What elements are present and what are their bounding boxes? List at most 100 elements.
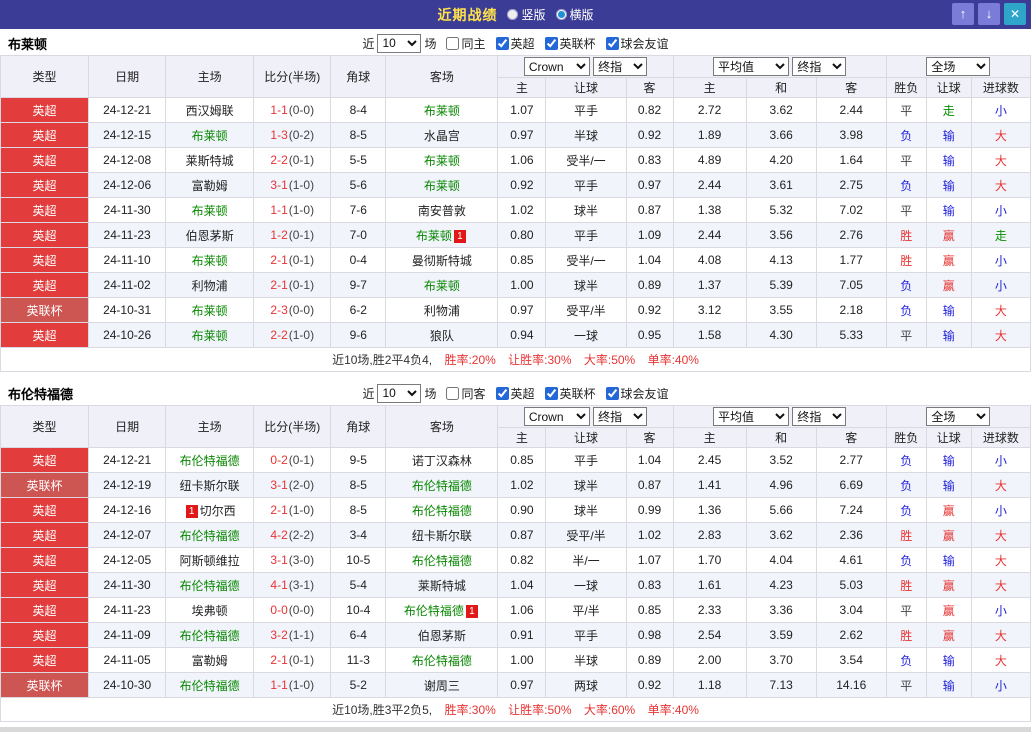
bookmaker-select[interactable]: Crown	[523, 57, 590, 76]
league-cup-checkbox[interactable]	[544, 36, 558, 50]
avg-home-cell: 1.89	[672, 122, 747, 148]
fulltime-score: 3-1	[270, 178, 288, 192]
handicap-cell: 受平/半	[545, 522, 627, 548]
away-team-cell: 纽卡斯尔联	[385, 522, 499, 548]
layout-vertical-option[interactable]: 竖版	[507, 6, 546, 23]
handicap-result-cell: 输	[925, 447, 972, 473]
avg-home-cell: 2.45	[672, 447, 747, 473]
team-name-text: 西汉姆联	[185, 103, 234, 118]
league-epl-checkbox[interactable]	[495, 386, 509, 400]
match-date-cell: 24-12-16	[88, 497, 167, 523]
league-epl-checkbox-label[interactable]: 英超	[495, 35, 535, 52]
same-venue-checkbox-label[interactable]: 同主	[446, 35, 486, 52]
home-team-cell: 利物浦	[165, 272, 255, 298]
league-badge-cell: 英联杯	[0, 672, 90, 698]
scope-select[interactable]: 全场	[926, 57, 991, 76]
final-index-select[interactable]: 终指	[593, 57, 648, 76]
radio-unselected-icon	[507, 9, 519, 20]
win-rate-stat: 胜率:30%	[444, 703, 496, 717]
fulltime-score: 2-1	[270, 278, 288, 292]
col-header-score: 比分(半场)	[253, 405, 332, 448]
league-friendly-checkbox-label[interactable]: 球会友谊	[605, 385, 669, 402]
goals-result-cell: 大	[970, 622, 1031, 648]
match-count-select[interactable]: 10	[377, 383, 422, 403]
layout-horizontal-option[interactable]: 横版	[555, 6, 594, 23]
avg-draw-cell: 3.66	[745, 122, 817, 148]
move-down-button[interactable]: ↓	[978, 3, 1000, 25]
bookmaker-select[interactable]: Crown	[523, 407, 590, 426]
match-row: 英超 24-11-05 富勒姆 2-1(0-1) 11-3 布伦特福德 1.00 半球 0.89…	[0, 647, 1031, 673]
match-count-select[interactable]: 10	[377, 33, 422, 53]
col-header-result-goals: 进球数	[970, 427, 1031, 448]
col-header-odds-home: 主	[497, 77, 547, 98]
halftime-score: (0-1)	[288, 653, 315, 667]
scope-select[interactable]: 全场	[926, 407, 991, 426]
move-up-button[interactable]: ↑	[952, 3, 974, 25]
avg-away-cell: 7.24	[815, 497, 887, 523]
home-odds-cell: 1.00	[497, 272, 547, 298]
average-select[interactable]: 平均值	[713, 407, 789, 426]
away-odds-cell: 0.82	[625, 97, 674, 123]
league-epl-checkbox[interactable]	[495, 36, 509, 50]
same-venue-checkbox[interactable]	[446, 386, 460, 400]
away-odds-cell: 0.98	[625, 622, 674, 648]
league-cup-checkbox[interactable]	[544, 386, 558, 400]
league-cup-checkbox-label[interactable]: 英联杯	[544, 385, 596, 402]
handicap-result-cell: 赢	[925, 222, 972, 248]
league-epl-checkbox-label[interactable]: 英超	[495, 385, 535, 402]
goals-result-cell: 小	[970, 197, 1031, 223]
avg-away-cell: 2.36	[815, 522, 887, 548]
halftime-score: (0-1)	[288, 228, 315, 242]
fulltime-score: 1-2	[270, 228, 288, 242]
league-friendly-checkbox-label[interactable]: 球会友谊	[605, 35, 669, 52]
halftime-score: (0-1)	[288, 278, 315, 292]
handicap-cell: 受半/一	[545, 247, 627, 273]
handicap-result-cell: 输	[925, 322, 972, 348]
league-badge-cell: 英超	[0, 547, 90, 573]
team-name-text: 纽卡斯尔联	[411, 528, 472, 543]
league-cup-checkbox-label[interactable]: 英联杯	[544, 35, 596, 52]
score-cell: 1-2(0-1)	[253, 222, 332, 248]
corner-cell: 9-6	[330, 322, 387, 348]
close-button[interactable]: ✕	[1004, 3, 1026, 25]
wdl-result-cell: 负	[885, 472, 927, 498]
average-select[interactable]: 平均值	[713, 57, 789, 76]
match-date-cell: 24-12-19	[88, 472, 167, 498]
team-name: 布莱顿	[8, 36, 48, 52]
same-venue-checkbox-label[interactable]: 同客	[446, 385, 486, 402]
league-friendly-checkbox[interactable]	[605, 386, 619, 400]
goals-result-cell: 大	[970, 572, 1031, 598]
league-friendly-checkbox[interactable]	[605, 36, 619, 50]
same-venue-checkbox[interactable]	[446, 36, 460, 50]
handicap-result-cell: 输	[925, 297, 972, 323]
home-team-cell: 伯恩茅斯	[165, 222, 255, 248]
over-rate-stat: 大率:50%	[583, 353, 636, 367]
away-odds-cell: 1.04	[625, 447, 674, 473]
team-name-text: 伯恩茅斯	[185, 228, 234, 243]
wdl-result-cell: 胜	[885, 622, 927, 648]
match-date-cell: 24-11-05	[88, 647, 167, 673]
team-name-text: 纽卡斯尔联	[179, 478, 240, 493]
fulltime-score: 2-1	[270, 253, 288, 267]
final-index-select[interactable]: 终指	[593, 407, 648, 426]
final-index-select-2[interactable]: 终指	[792, 57, 847, 76]
final-index-select-2[interactable]: 终指	[792, 407, 847, 426]
match-date-cell: 24-11-30	[88, 197, 167, 223]
handicap-result-cell: 走	[925, 97, 972, 123]
home-team-cell: 布伦特福德	[165, 622, 255, 648]
goals-result-cell: 走	[970, 222, 1031, 248]
col-header-odds-away: 客	[625, 77, 674, 98]
handicap-result-cell: 输	[925, 672, 972, 698]
avg-home-cell: 1.38	[672, 197, 747, 223]
halftime-score: (0-0)	[288, 603, 315, 617]
average-odds-header: 平均值 终指	[672, 55, 887, 78]
match-date-cell: 24-12-06	[88, 172, 167, 198]
handicap-cell: 受半/一	[545, 147, 627, 173]
col-header-result-handicap: 让球	[925, 427, 972, 448]
filter-row: 布伦特福德 近 10 场 同客 英超 英联杯 球会友谊	[0, 381, 1031, 405]
col-header-avg-draw: 和	[745, 77, 817, 98]
avg-away-cell: 5.33	[815, 322, 887, 348]
away-odds-cell: 1.02	[625, 522, 674, 548]
team-name-text: 布莱顿	[191, 303, 228, 318]
home-odds-cell: 0.97	[497, 297, 547, 323]
